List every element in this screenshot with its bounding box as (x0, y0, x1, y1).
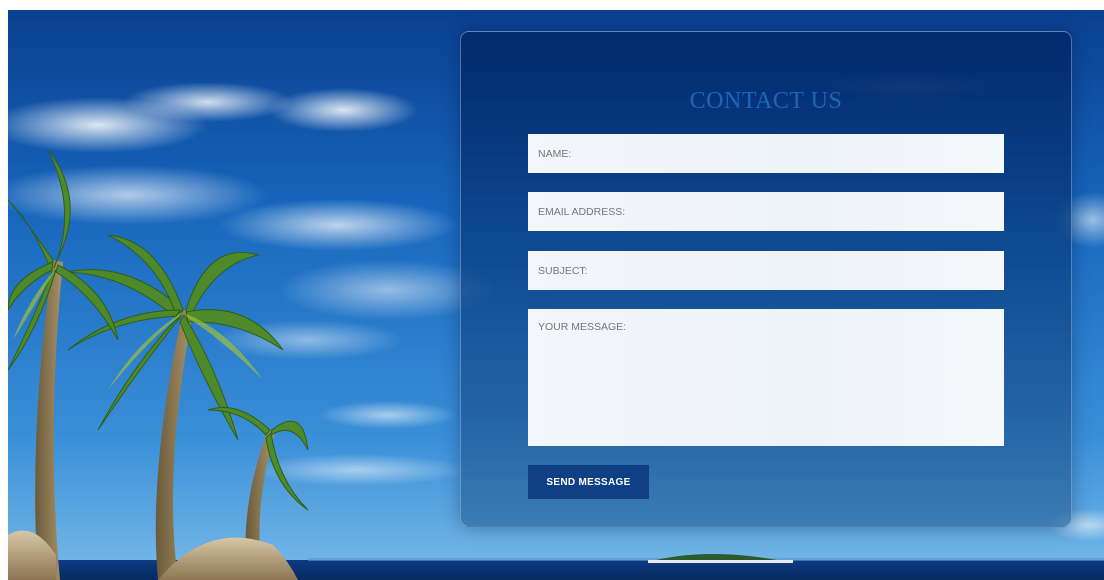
page-frame: CONTACT US SEND MESSAGE (8, 10, 1104, 580)
name-field[interactable] (528, 134, 1004, 173)
subject-field[interactable] (528, 251, 1004, 290)
send-message-button[interactable]: SEND MESSAGE (528, 465, 649, 499)
contact-panel: CONTACT US SEND MESSAGE (460, 31, 1072, 527)
message-field[interactable] (528, 309, 1004, 446)
email-field[interactable] (528, 192, 1004, 231)
contact-title: CONTACT US (689, 88, 843, 114)
